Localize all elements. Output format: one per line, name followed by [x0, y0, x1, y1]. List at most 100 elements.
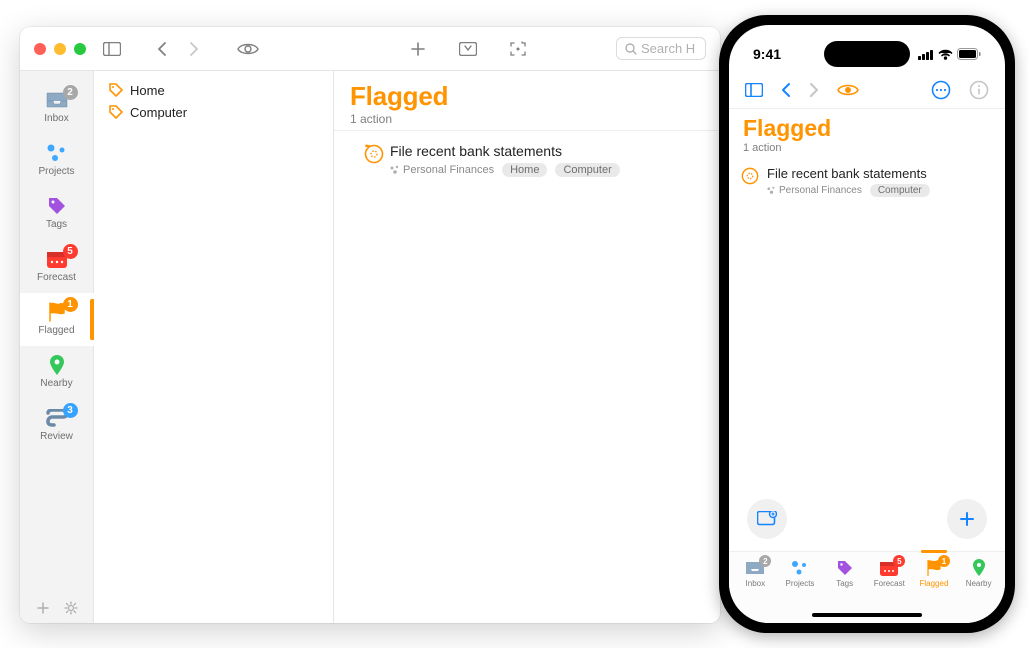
sidebar-item-nearby[interactable]: Nearby [20, 346, 94, 399]
window-controls [34, 43, 86, 55]
tag-chip-home[interactable]: Home [502, 163, 547, 177]
tab-nearby[interactable]: Nearby [958, 558, 1000, 588]
minimize-button[interactable] [54, 43, 66, 55]
main-header: Flagged 1 action [334, 71, 720, 131]
status-time: 9:41 [753, 46, 781, 62]
sidebar-item-flagged[interactable]: 1 Flagged [20, 293, 94, 346]
outline-item-home[interactable]: Home [104, 79, 323, 101]
add-action-button[interactable] [947, 499, 987, 539]
tag-chip-computer[interactable]: Computer [870, 184, 930, 197]
flagged-badge: 1 [63, 297, 78, 312]
wifi-icon [938, 49, 953, 60]
inbox-icon: 2 [744, 558, 766, 578]
sidebar-label: Flagged [38, 325, 74, 336]
phone-content: Flagged 1 action File recent bank statem… [729, 109, 1005, 623]
page-title: Flagged [350, 81, 704, 112]
outline-item-computer[interactable]: Computer [104, 101, 323, 123]
more-icon[interactable] [931, 80, 951, 100]
tag-icon [108, 82, 124, 98]
phone-device: 9:41 Flagged 1 action [719, 15, 1015, 633]
sidebar-label: Tags [46, 219, 67, 230]
sidebar-label: Nearby [40, 378, 72, 389]
outline-column: Home Computer [94, 71, 334, 623]
home-indicator[interactable] [812, 613, 922, 617]
nearby-icon [44, 354, 70, 376]
add-perspective-icon[interactable] [36, 601, 50, 615]
forward-button[interactable] [809, 82, 819, 98]
sidebar-item-tags[interactable]: Tags [20, 187, 94, 240]
action-title: File recent bank statements [767, 166, 991, 181]
phone-toolbar [729, 71, 1005, 109]
projects-icon [44, 142, 70, 164]
mac-toolbar: Search H [20, 27, 720, 71]
flag-status-icon[interactable] [741, 167, 759, 185]
outline-label: Home [130, 83, 165, 98]
action-project[interactable]: Personal Finances [390, 164, 494, 176]
tab-flagged[interactable]: 1 Flagged [913, 558, 955, 588]
sidebar-label: Inbox [44, 113, 68, 124]
action-row[interactable]: File recent bank statements Personal Fin… [729, 156, 1005, 197]
action-row[interactable]: File recent bank statements Personal Fin… [334, 131, 720, 183]
tags-icon [834, 558, 856, 578]
projects-icon [789, 558, 811, 578]
review-icon: 3 [44, 407, 70, 429]
main-content: Flagged 1 action File recent bank statem… [334, 71, 720, 623]
inbox-badge: 2 [63, 85, 78, 100]
sidebar-footer [20, 601, 93, 615]
tab-projects[interactable]: Projects [779, 558, 821, 588]
back-button[interactable] [150, 37, 174, 61]
back-button[interactable] [781, 82, 791, 98]
perspective-sidebar: 2 Inbox Projects Tags 5 [20, 71, 94, 623]
review-badge: 3 [63, 403, 78, 418]
search-placeholder: Search H [641, 41, 695, 56]
page-subtitle: 1 action [743, 142, 991, 154]
sidebar-label: Review [40, 431, 73, 442]
tab-inbox[interactable]: 2 Inbox [734, 558, 776, 588]
page-subtitle: 1 action [350, 112, 704, 126]
focus-icon[interactable] [506, 37, 530, 61]
cellular-icon [918, 49, 934, 60]
plus-icon[interactable] [406, 37, 430, 61]
quick-entry-icon[interactable] [456, 37, 480, 61]
tab-tags[interactable]: Tags [824, 558, 866, 588]
sidebar-toggle-icon[interactable] [100, 37, 124, 61]
outline-label: Computer [130, 105, 187, 120]
flagged-icon: 1 [923, 558, 945, 578]
action-project[interactable]: Personal Finances [767, 185, 862, 196]
action-title: File recent bank statements [390, 143, 704, 159]
battery-icon [957, 48, 981, 60]
dynamic-island [824, 41, 910, 67]
sidebar-item-projects[interactable]: Projects [20, 134, 94, 187]
tag-chip-computer[interactable]: Computer [555, 163, 619, 177]
sidebar-label: Forecast [37, 272, 76, 283]
eye-icon[interactable] [837, 83, 859, 97]
info-icon[interactable] [969, 80, 989, 100]
tags-icon [44, 195, 70, 217]
inbox-icon: 2 [44, 89, 70, 111]
forward-button[interactable] [182, 37, 206, 61]
quick-entry-button[interactable] [747, 499, 787, 539]
forecast-icon: 5 [878, 558, 900, 578]
nearby-icon [968, 558, 990, 578]
eye-icon[interactable] [236, 37, 260, 61]
sidebar-item-review[interactable]: 3 Review [20, 399, 94, 452]
close-button[interactable] [34, 43, 46, 55]
sidebar-item-forecast[interactable]: 5 Forecast [20, 240, 94, 293]
sidebar-label: Projects [38, 166, 74, 177]
page-title: Flagged [743, 115, 991, 142]
action-metadata: Personal Finances Home Computer [390, 163, 704, 177]
forecast-icon: 5 [44, 248, 70, 270]
phone-tabbar: 2 Inbox Projects Tags 5 Fo [729, 551, 1005, 623]
flag-status-icon[interactable] [364, 144, 382, 162]
sidebar-item-inbox[interactable]: 2 Inbox [20, 81, 94, 134]
maximize-button[interactable] [74, 43, 86, 55]
sidebar-toggle-icon[interactable] [745, 83, 763, 97]
tag-icon [108, 104, 124, 120]
forecast-badge: 5 [63, 244, 78, 259]
search-field[interactable]: Search H [616, 37, 706, 60]
mac-window: Search H 2 Inbox Projects [20, 27, 720, 623]
action-metadata: Personal Finances Computer [767, 184, 991, 197]
tab-forecast[interactable]: 5 Forecast [868, 558, 910, 588]
settings-icon[interactable] [64, 601, 78, 615]
flagged-icon: 1 [44, 301, 70, 323]
